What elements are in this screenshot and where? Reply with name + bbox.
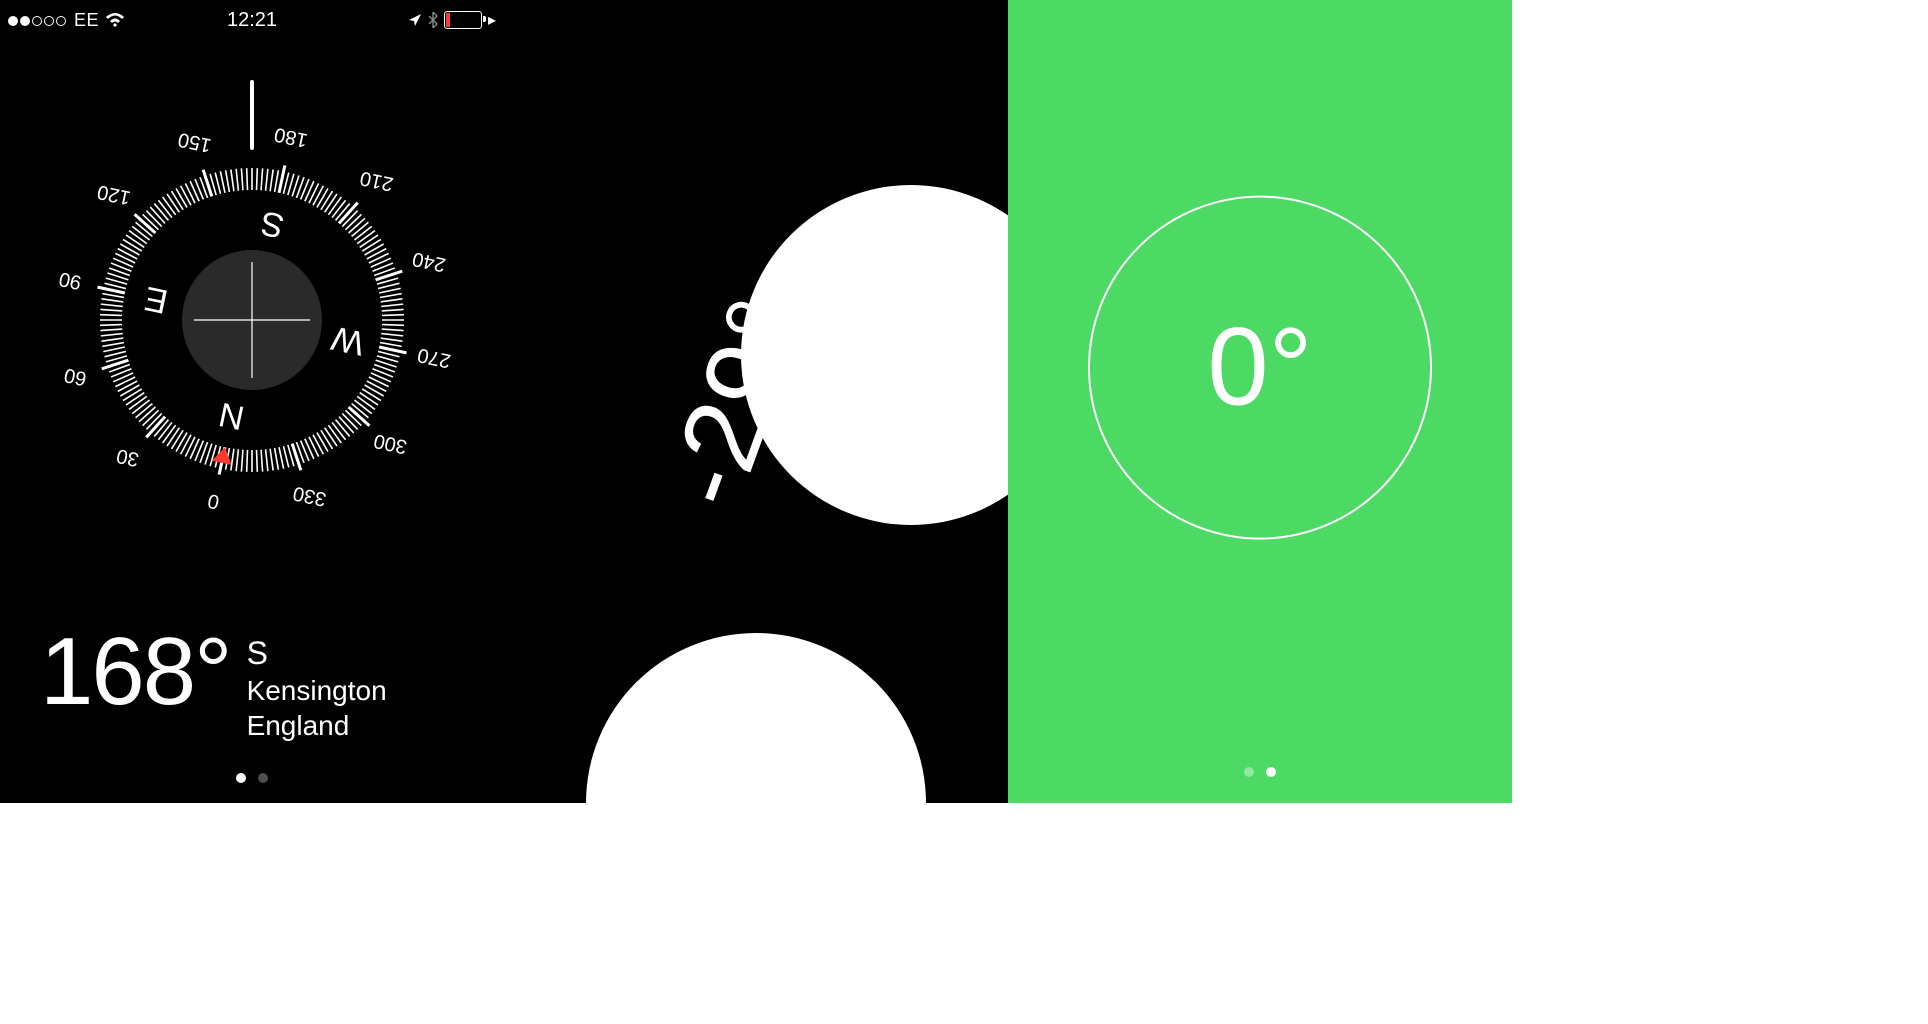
heading-cardinal: S (247, 636, 387, 671)
level-bubble-reference (586, 633, 926, 803)
compass-dial[interactable]: 0 30 60 90 120 150 180 210 240 270 300 330 N E S W (52, 120, 452, 525)
heading-readout: 168° S Kensington England (40, 624, 387, 743)
location-services-icon (408, 13, 422, 27)
page-dot[interactable] (1266, 767, 1276, 777)
page-indicator (236, 773, 268, 783)
svg-text:W: W (328, 318, 367, 362)
svg-text:300: 300 (372, 429, 409, 457)
page-indicator (740, 767, 772, 777)
charging-icon: ▸ (488, 10, 496, 30)
heading-degrees: 168° (40, 624, 231, 720)
signal-strength-dots (8, 10, 68, 31)
page-dot[interactable] (1244, 767, 1254, 777)
level-screen-tilted[interactable]: -29° (504, 0, 1008, 803)
level-angle-readout: 0° (1207, 304, 1312, 431)
svg-text:0: 0 (206, 489, 221, 513)
wifi-icon (105, 13, 125, 27)
svg-text:N: N (216, 395, 248, 437)
compass-screen[interactable]: EE 12:21 (0, 0, 504, 803)
svg-text:330: 330 (291, 482, 328, 510)
svg-text:E: E (141, 279, 171, 321)
clock: 12:21 (227, 9, 277, 32)
svg-text:240: 240 (410, 247, 447, 275)
location-line1: Kensington (247, 673, 387, 708)
svg-text:270: 270 (416, 343, 452, 371)
svg-text:180: 180 (272, 123, 309, 151)
svg-text:60: 60 (62, 363, 88, 389)
bluetooth-icon (428, 12, 438, 28)
svg-text:30: 30 (115, 444, 141, 470)
page-indicator[interactable] (1244, 767, 1276, 777)
level-ring: 0° (1088, 195, 1432, 539)
svg-text:120: 120 (95, 180, 132, 208)
status-bar: EE 12:21 (0, 6, 504, 34)
svg-text:90: 90 (57, 267, 83, 293)
heading-needle (250, 80, 254, 150)
location-line2: England (247, 708, 387, 743)
three-panel-stage: EE 12:21 (0, 0, 1512, 803)
carrier-label: EE (74, 10, 99, 31)
compass-rose: 0 30 60 90 120 150 180 210 240 270 300 330 N E S W (52, 120, 452, 520)
level-screen-flat[interactable]: 0° (1008, 0, 1512, 803)
battery-icon (444, 11, 482, 29)
svg-text:210: 210 (358, 167, 395, 195)
svg-text:150: 150 (176, 128, 213, 156)
svg-text:S: S (257, 203, 287, 245)
